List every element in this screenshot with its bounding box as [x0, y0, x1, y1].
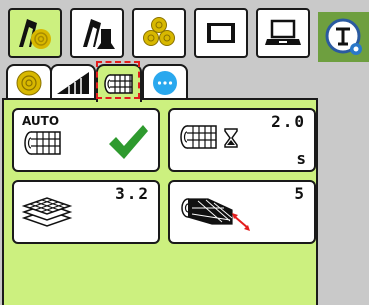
auto-wrap-card[interactable]: AUTO: [12, 108, 160, 172]
top-toolbar: [0, 0, 369, 62]
net-length-value: 5: [294, 184, 306, 203]
net-roll-length-icon: [181, 198, 250, 231]
checkmark-icon: [109, 125, 148, 159]
bales-stack-button[interactable]: [132, 8, 186, 58]
display-screen-button[interactable]: [194, 8, 248, 58]
more-icon: [153, 71, 177, 95]
tab-pickup[interactable]: [50, 64, 96, 100]
round-baler-icon: [19, 19, 51, 49]
tractor-arm-icon: [83, 19, 115, 49]
auto-label: AUTO: [22, 114, 60, 128]
tab-strip: [0, 62, 318, 102]
wrap-delay-card[interactable]: 2.0 s: [168, 108, 316, 172]
tractor-arm-button[interactable]: [70, 8, 124, 58]
tab-net-wrap[interactable]: [96, 64, 142, 102]
round-baler-button[interactable]: [8, 8, 62, 58]
pickup-rake-icon: [57, 72, 89, 94]
bales-stack-icon: [143, 17, 175, 46]
net-wrap-icon: [104, 74, 133, 94]
net-layers-icon: [21, 197, 73, 227]
implement-settings-button[interactable]: [318, 12, 369, 62]
wrap-delay-value: 2.0: [271, 112, 306, 131]
hourglass-icon: [224, 128, 238, 148]
laptop-button[interactable]: [256, 8, 310, 58]
wrap-delay-unit: s: [296, 149, 306, 168]
bale-icon: [16, 70, 42, 96]
tab-bale[interactable]: [6, 64, 52, 100]
wrap-layers-value: 3.2: [115, 184, 150, 203]
laptop-icon: [265, 19, 301, 45]
net-wrap-icon: [180, 125, 217, 149]
net-wrap-icon: [24, 131, 61, 155]
implement-settings-icon: [325, 18, 362, 55]
wrap-layers-card[interactable]: 3.2: [12, 180, 160, 244]
tab-more[interactable]: [142, 64, 188, 100]
net-length-card[interactable]: 5: [168, 180, 316, 244]
net-wrap-panel: AUTO 2.0 s 3.2 5: [2, 98, 318, 305]
display-screen-icon: [207, 23, 235, 43]
